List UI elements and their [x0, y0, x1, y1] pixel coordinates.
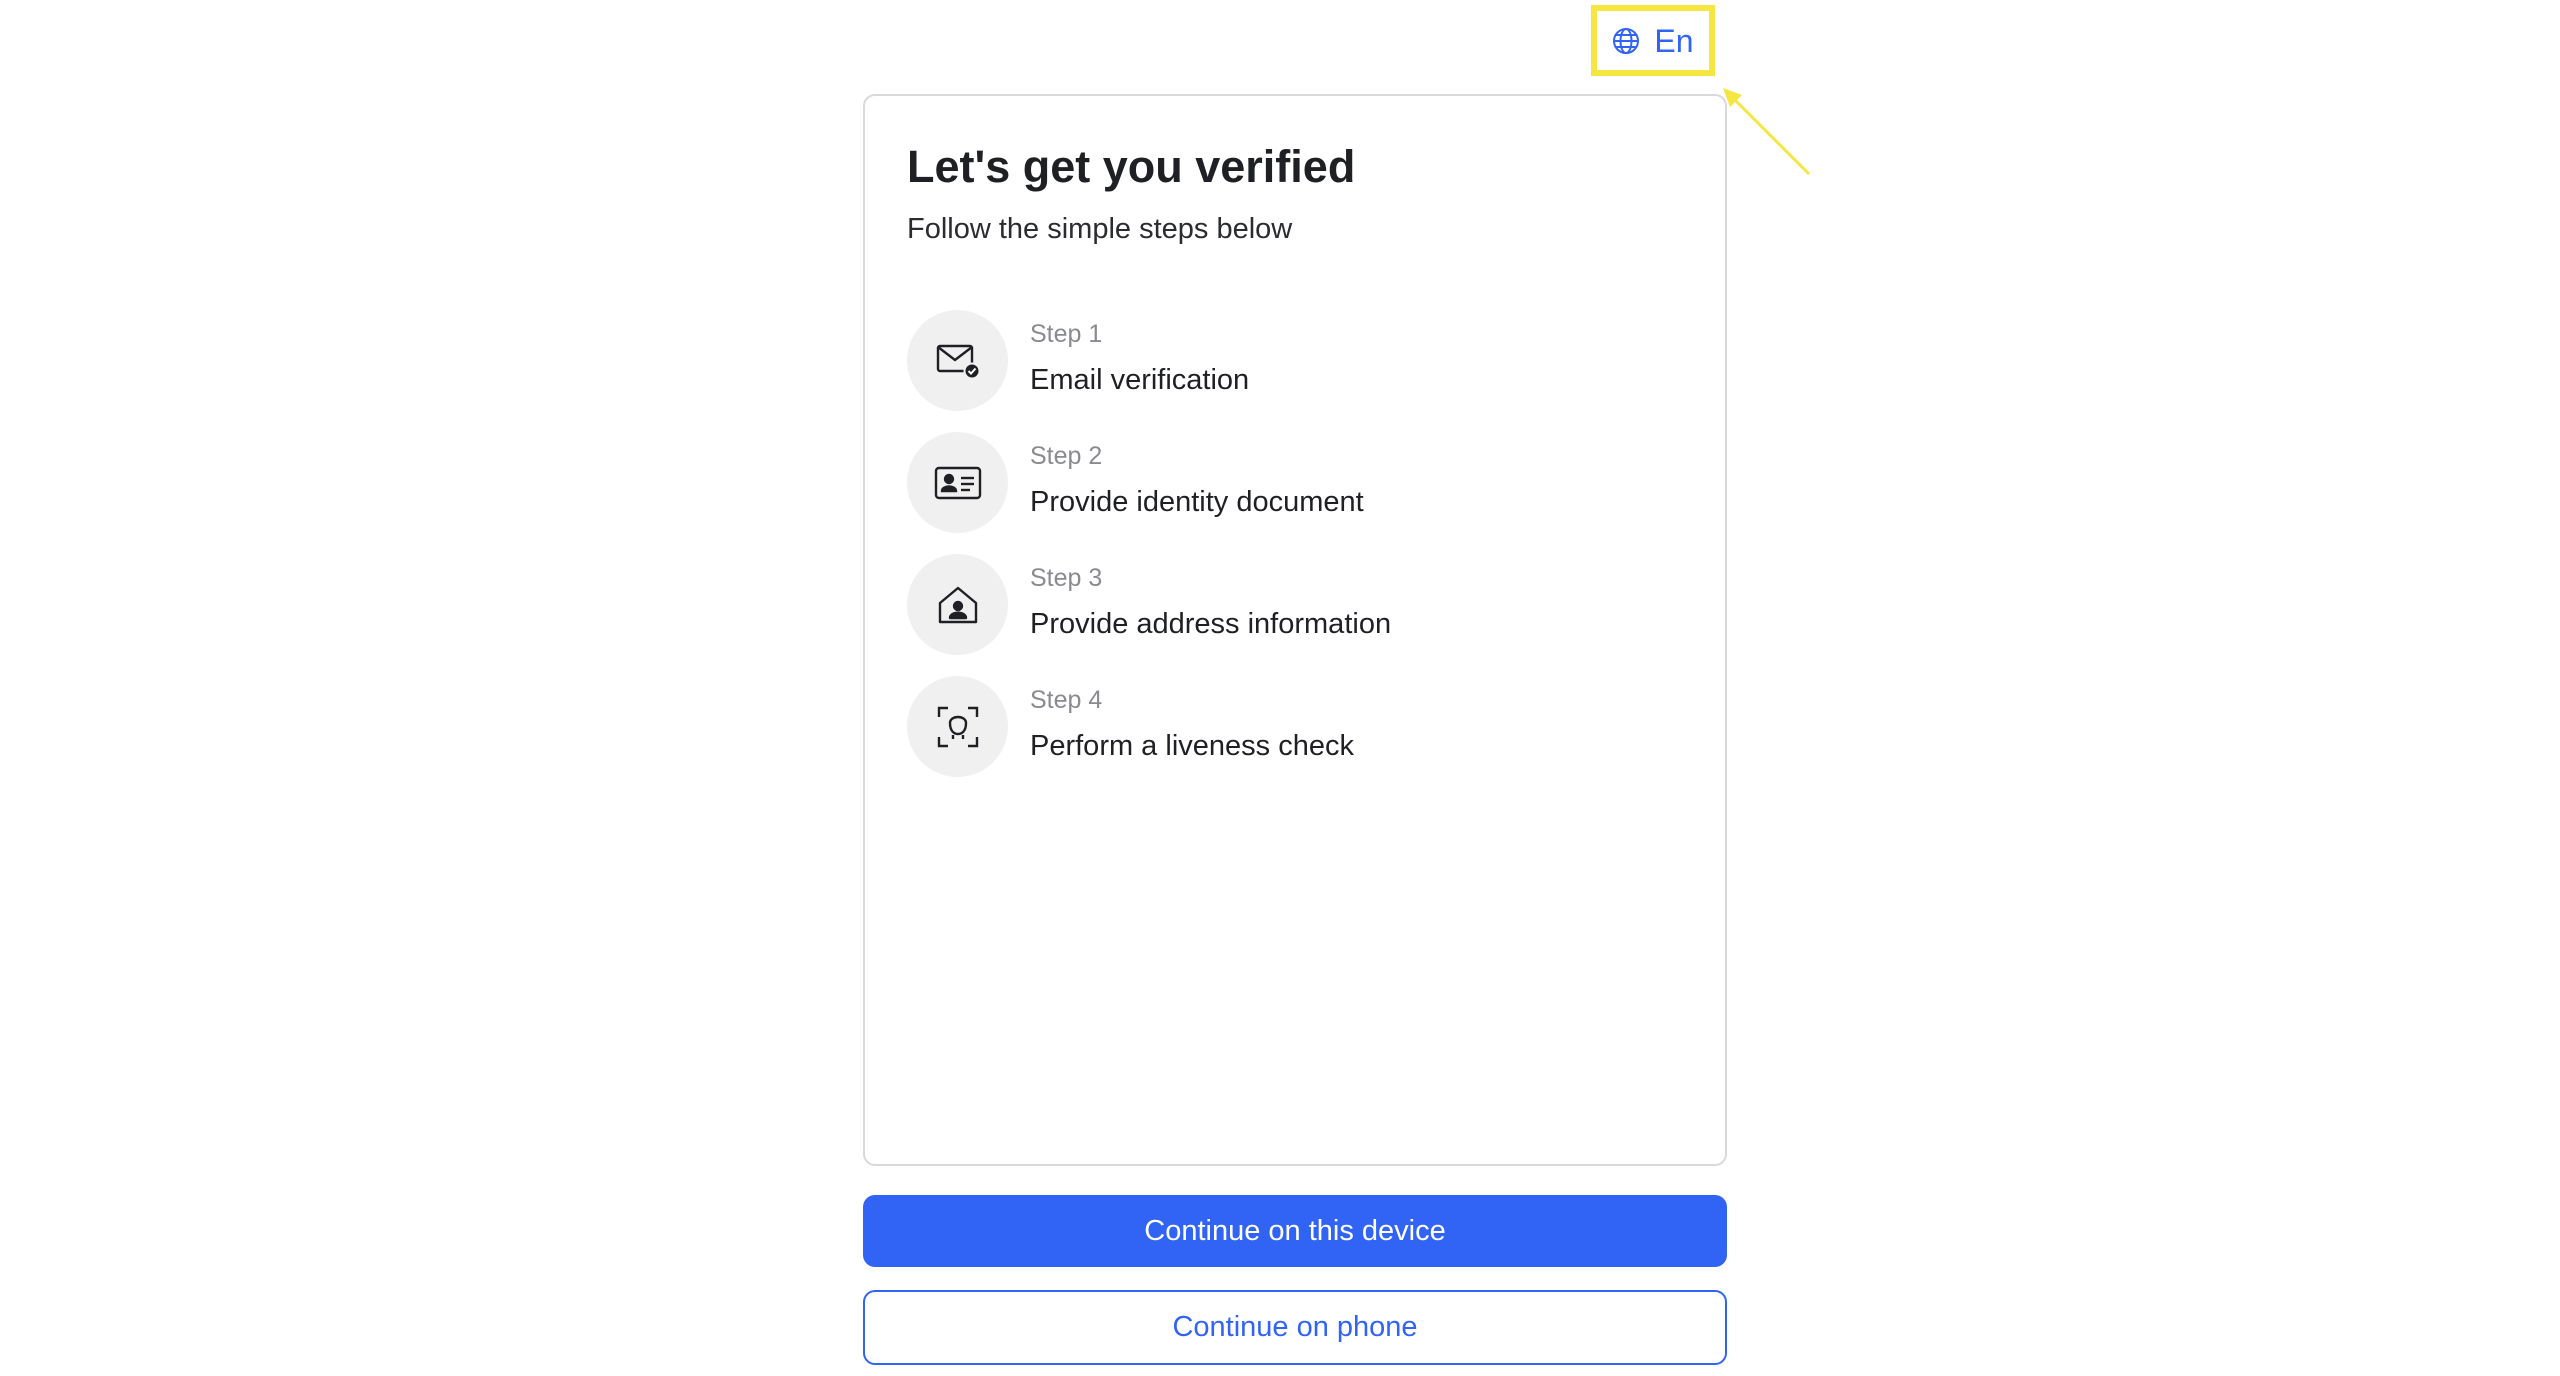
step-label: Provide address information	[1030, 608, 1392, 640]
page-title: Let's get you verified	[907, 141, 1356, 192]
page-subtitle: Follow the simple steps below	[907, 213, 1293, 245]
step-label: Provide identity document	[1030, 486, 1364, 518]
email-check-icon	[907, 310, 1008, 411]
step-label: Email verification	[1030, 364, 1250, 396]
continue-on-this-device-button[interactable]: Continue on this device	[863, 1195, 1727, 1267]
face-scan-icon	[907, 676, 1008, 777]
step-number: Step 2	[1030, 442, 1103, 470]
id-card-icon	[907, 432, 1008, 533]
globe-icon	[1612, 27, 1640, 55]
verification-card: Let's get you verified Follow the simple…	[863, 94, 1727, 1166]
step-number: Step 1	[1030, 320, 1103, 348]
step-label: Perform a liveness check	[1030, 730, 1354, 762]
annotation-arrow-icon	[1723, 88, 1811, 176]
language-label: En	[1654, 22, 1694, 59]
language-selector-button[interactable]: En	[1597, 11, 1709, 70]
step-number: Step 4	[1030, 686, 1103, 714]
home-person-icon	[907, 554, 1008, 655]
step-number: Step 3	[1030, 564, 1103, 592]
continue-on-phone-button[interactable]: Continue on phone	[863, 1290, 1727, 1365]
